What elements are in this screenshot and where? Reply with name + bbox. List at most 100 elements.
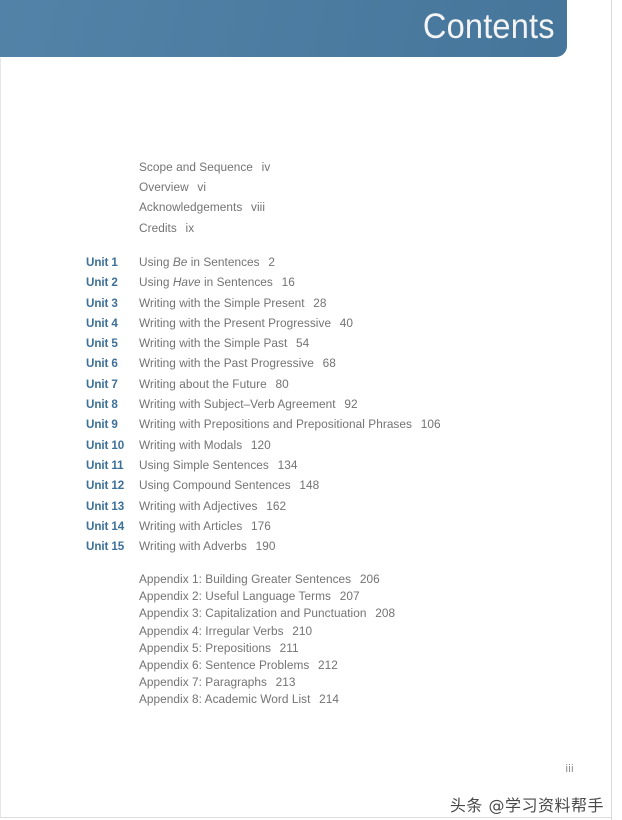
watermark: 头条 @学习资料帮手 [449, 796, 604, 815]
unit-entry-label: Unit 6 [86, 356, 118, 371]
unit-entry[interactable]: Unit 14 Writing with Articles 176 [86, 516, 450, 536]
front-matter-entry-title: Scope and Sequence [139, 160, 253, 174]
appendix-entry-title: Appendix 1: Building Greater Sentences [139, 572, 352, 586]
appendix-list: Appendix 1: Building Greater Sentences 20… [139, 571, 403, 709]
appendix-entry[interactable]: Appendix 3: Capitalization and Punctuati… [139, 605, 395, 622]
unit-entry-label: Unit 13 [86, 498, 125, 513]
front-matter-entry[interactable]: Credits ix [139, 218, 270, 238]
unit-entry-page-number: 148 [299, 478, 320, 493]
unit-entry-title: Writing with the Present Progressive 40 [139, 313, 353, 333]
unit-entry-page-number: 40 [339, 315, 354, 330]
appendix-entry-page-number: 210 [292, 623, 313, 638]
appendix-entry-title: Appendix 6: Sentence Problems [139, 657, 310, 672]
appendix-entry-page-number: 211 [279, 640, 299, 655]
page-edge-right [611, 0, 612, 820]
unit-entry[interactable]: Unit 12 Using Compound Sentences 148 [86, 475, 450, 495]
unit-entry[interactable]: Unit 10 Writing with Modals 120 [86, 435, 450, 455]
unit-entry-title: Writing with the Simple Present 28 [139, 293, 327, 313]
unit-entry[interactable]: Unit 13 Writing with Adjectives 162 [86, 496, 450, 516]
unit-entry-title: Using Be in Sentences 2 [139, 252, 275, 272]
unit-entry-title: Using Simple Sentences 134 [139, 455, 297, 475]
unit-entry-title-text: Writing with Prepositions and Prepositio… [139, 417, 412, 432]
unit-entry[interactable]: Unit 8 Writing with Subject–Verb Agreemen… [86, 394, 450, 414]
appendix-entry-title: Appendix 7: Paragraphs [139, 675, 267, 690]
unit-entry-page-number: 106 [420, 417, 441, 432]
unit-entry-title-emphasis: Be [172, 255, 188, 269]
unit-entry[interactable]: Unit 11 Using Simple Sentences 134 [86, 455, 450, 475]
unit-entry-label: Unit 1 [86, 255, 118, 269]
unit-entry-page-number: 16 [281, 275, 295, 290]
front-matter-list: Scope and Sequence iv Overview vi Acknowledg… [139, 157, 274, 238]
unit-entry-label: Unit 5 [86, 336, 118, 351]
appendix-entry-page-number: 208 [375, 606, 396, 621]
front-matter-entry[interactable]: Acknowledgements viii [139, 197, 270, 217]
unit-entry-title: Writing with the Past Progressive 68 [139, 353, 336, 373]
appendix-entry[interactable]: Appendix 5: Prepositions 211 [139, 640, 395, 657]
unit-entry[interactable]: Unit 7 Writing about the Future 80 [86, 374, 450, 394]
unit-entry-label: Unit 2 [86, 275, 118, 290]
unit-entry-page-number: 190 [255, 539, 276, 554]
appendix-entry-title: Appendix 3: Capitalization and Punctuati… [139, 606, 367, 621]
appendix-entry[interactable]: Appendix 2: Useful Language Terms 207 [139, 588, 395, 605]
appendix-entry-page-number: 206 [359, 572, 380, 586]
unit-entry[interactable]: Unit 6 Writing with the Past Progressive 6… [86, 353, 450, 373]
unit-entry-title: Writing with the Simple Past 54 [139, 333, 309, 353]
appendix-entry[interactable]: Appendix 8: Academic Word List 214 [139, 691, 395, 708]
folio-page-number: iii [565, 763, 574, 775]
unit-list: Unit 1 Using Be in Sentences 2 Unit 2 Using … [86, 252, 450, 556]
unit-entry-title-text: Writing with the Simple Present [139, 295, 305, 310]
unit-entry-page-number: 2 [268, 255, 276, 269]
unit-entry-label: Unit 3 [86, 295, 118, 310]
front-matter-entry[interactable]: Scope and Sequence iv [139, 157, 270, 177]
unit-entry-page-number: 54 [296, 336, 310, 351]
unit-entry-title: Using Have in Sentences 16 [139, 272, 295, 292]
unit-entry-title-text: Using [139, 275, 173, 290]
unit-entry-title: Writing with Modals 120 [139, 435, 271, 455]
appendix-entry[interactable]: Appendix 4: Irregular Verbs 210 [139, 623, 395, 640]
appendix-entry-title: Appendix 5: Prepositions [139, 640, 271, 655]
unit-entry[interactable]: Unit 9 Writing with Prepositions and Prep… [86, 414, 450, 434]
front-matter-entry-title: Credits [139, 220, 177, 235]
appendix-entry[interactable]: Appendix 6: Sentence Problems 212 [139, 657, 395, 674]
unit-entry-page-number: 162 [266, 498, 287, 513]
unit-entry[interactable]: Unit 5 Writing with the Simple Past 54 [86, 333, 450, 353]
appendix-entry-page-number: 214 [319, 692, 340, 707]
unit-entry[interactable]: Unit 2 Using Have in Sentences 16 [86, 272, 450, 292]
unit-entry-page-number: 134 [277, 457, 298, 472]
appendix-entry-title: Appendix 2: Useful Language Terms [139, 589, 331, 604]
contents-header-banner: Contents [0, 0, 567, 57]
unit-entry-label: Unit 10 [86, 437, 125, 452]
front-matter-entry-page-number: ix [185, 220, 195, 235]
unit-entry-page-number: 80 [275, 376, 289, 391]
unit-entry-page-number: 28 [313, 295, 327, 310]
unit-entry-title: Writing with Adjectives 162 [139, 496, 286, 516]
appendix-entry[interactable]: Appendix 7: Paragraphs 213 [139, 674, 395, 691]
front-matter-entry-title: Acknowledgements [139, 200, 243, 215]
unit-entry-label: Unit 8 [86, 397, 118, 412]
unit-entry-title-text: Writing with the Past Progressive [139, 356, 314, 371]
unit-entry-title-text: Using [139, 255, 173, 269]
unit-entry-title-text: Using Compound Sentences [139, 478, 291, 493]
unit-entry[interactable]: Unit 4 Writing with the Present Progressi… [86, 313, 450, 333]
unit-entry-title-text: Writing with Modals [139, 437, 243, 452]
front-matter-entry-page-number: vi [197, 180, 207, 195]
unit-entry-title-text: Writing with the Simple Past [139, 336, 288, 351]
unit-entry-label: Unit 15 [86, 539, 125, 554]
unit-entry[interactable]: Unit 1 Using Be in Sentences 2 [86, 252, 450, 272]
unit-entry-title: Writing with Articles 176 [139, 516, 271, 536]
unit-entry-title-emphasis: Have [172, 275, 201, 290]
unit-entry-title: Writing with Adverbs 190 [139, 536, 275, 556]
appendix-entry-page-number: 213 [275, 675, 296, 690]
unit-entry-title-text: Writing with Adverbs [139, 539, 247, 554]
appendix-entry[interactable]: Appendix 1: Building Greater Sentences 20… [139, 571, 395, 588]
unit-entry-label: Unit 7 [86, 376, 118, 391]
page-edge-left [0, 58, 1, 818]
unit-entry[interactable]: Unit 15 Writing with Adverbs 190 [86, 536, 450, 556]
appendix-entry-title: Appendix 4: Irregular Verbs [139, 623, 284, 638]
appendix-entry-page-number: 212 [318, 657, 338, 672]
front-matter-entry-title: Overview [139, 180, 189, 195]
unit-entry-title-text: Writing with Subject–Verb Agreement [139, 397, 336, 412]
unit-entry[interactable]: Unit 3 Writing with the Simple Present 28 [86, 293, 450, 313]
front-matter-entry[interactable]: Overview vi [139, 177, 270, 197]
unit-entry-title: Writing about the Future 80 [139, 374, 289, 394]
